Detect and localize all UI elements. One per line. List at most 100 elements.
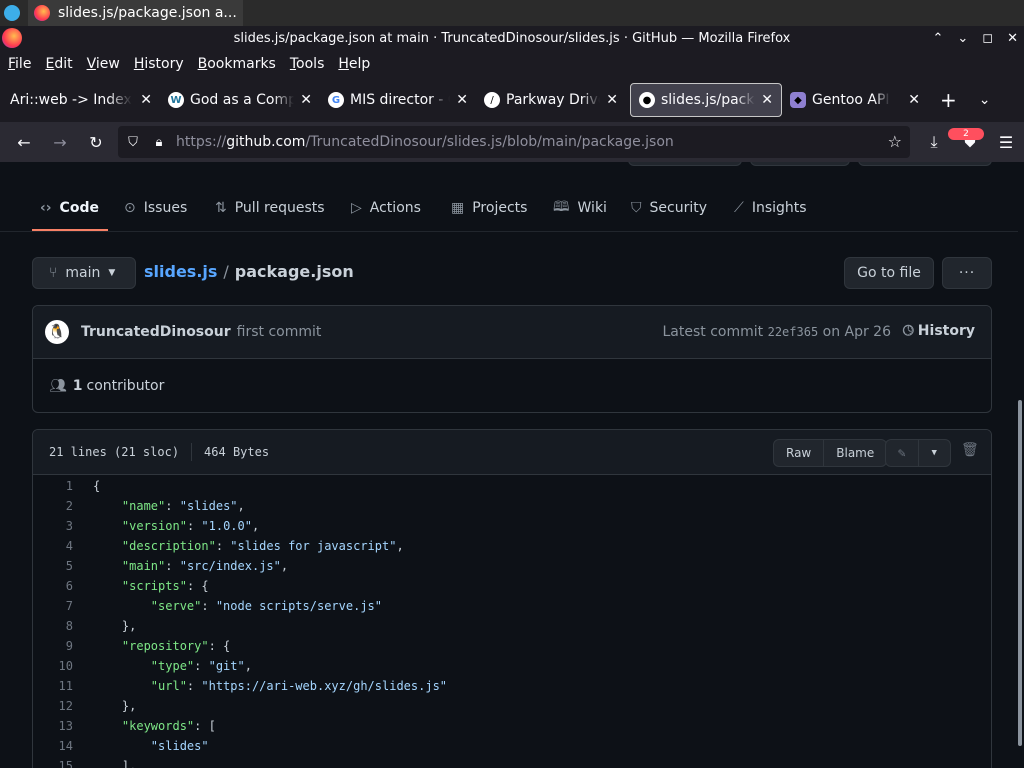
close-icon[interactable]: ✕ <box>902 92 920 108</box>
branch-selector[interactable]: ⑂ main ▼ <box>32 257 136 289</box>
raw-button[interactable]: Raw <box>774 440 823 466</box>
tab-label: Wiki <box>577 200 607 216</box>
line-content: "url": "https://ari-web.xyz/gh/slides.js… <box>73 676 447 696</box>
tab-security[interactable]: ⛉ Security <box>631 192 707 224</box>
line-number[interactable]: 12 <box>33 696 73 716</box>
line-number[interactable]: 5 <box>33 556 73 576</box>
menu-accelerator: E <box>45 56 55 72</box>
back-arrow-icon[interactable]: ← <box>6 133 42 152</box>
line-number[interactable]: 15 <box>33 756 73 768</box>
json-string: "slides" <box>150 739 209 753</box>
forward-arrow-icon[interactable]: → <box>42 133 78 152</box>
menu-bookmarks[interactable]: Bookmarks <box>192 56 282 72</box>
tab-pull-requests[interactable]: ⇅ Pull requests <box>215 192 325 224</box>
close-icon[interactable]: ✕ <box>134 92 152 108</box>
history-link[interactable]: 🕓︎ History <box>903 323 975 339</box>
line-number[interactable]: 4 <box>33 536 73 556</box>
contributors-link[interactable]: 👥︎ 1 contributor <box>49 378 164 394</box>
go-to-file-button[interactable]: Go to file <box>844 257 934 289</box>
file-viewer: 21 lines (21 sloc) 464 Bytes Raw Blame ✎… <box>32 429 992 768</box>
json-punctuation <box>93 539 122 553</box>
tab-projects[interactable]: ▦ Projects <box>451 192 527 224</box>
line-number[interactable]: 10 <box>33 656 73 676</box>
browser-tab-3[interactable]: G MIS director - G ✕ <box>320 83 476 117</box>
header-button-fragment[interactable] <box>628 162 742 166</box>
browser-tab-5[interactable]: ● slides.js/packa ✕ <box>630 83 782 117</box>
code-listing: 1{2 "name": "slides", 3 "version": "1.0.0… <box>33 476 991 768</box>
tab-insights[interactable]: ⟋ Insights <box>734 192 807 224</box>
menu-tools[interactable]: Tools <box>284 56 331 72</box>
close-icon[interactable]: ✕ <box>294 92 312 108</box>
close-icon[interactable]: ✕ <box>450 92 468 108</box>
menu-history[interactable]: History <box>128 56 190 72</box>
taskbar-app-icon[interactable] <box>4 5 20 21</box>
header-button-fragment[interactable] <box>858 162 992 166</box>
caret-down-icon: ▼ <box>108 268 116 278</box>
browser-tab-6[interactable]: ◆ Gentoo API ✕ <box>782 83 928 117</box>
menu-view[interactable]: View <box>81 56 126 72</box>
minimize-icon[interactable]: ⌄ <box>957 31 968 46</box>
taskbar-window-button[interactable]: slides.js/package.json a... <box>28 0 243 26</box>
json-string: "https://ari-web.xyz/gh/slides.js" <box>201 679 448 693</box>
commit-author-link[interactable]: TruncatedDinosour <box>81 324 231 340</box>
menu-file[interactable]: File <box>2 56 37 72</box>
pencil-icon[interactable]: ✎ <box>886 440 918 466</box>
json-string: "slides" <box>179 499 238 513</box>
blame-button[interactable]: Blame <box>823 440 886 466</box>
browser-tab-1[interactable]: Ari::web -> Index ✕ <box>2 83 160 117</box>
menu-accelerator: F <box>8 56 16 72</box>
hamburger-menu-icon[interactable]: ☰ <box>988 133 1024 152</box>
tab-label: Insights <box>751 200 807 216</box>
download-icon[interactable]: ⤓ <box>916 132 952 152</box>
firefox-icon <box>34 5 50 21</box>
menu-help[interactable]: Help <box>332 56 376 72</box>
trash-icon[interactable]: 🗑︎ <box>961 442 979 458</box>
code-line: 11 "url": "https://ari-web.xyz/gh/slides… <box>33 676 991 696</box>
shield-icon[interactable]: ⛉ <box>122 135 144 150</box>
extension-badge: 2 <box>948 128 984 140</box>
chevron-up-icon[interactable]: ⌃ <box>932 31 943 46</box>
book-icon: 🕮︎ <box>553 199 570 215</box>
url-bar[interactable]: ⛉ 🔒︎ https://github.com/TruncatedDinosou… <box>118 126 910 158</box>
line-number[interactable]: 9 <box>33 636 73 656</box>
commit-message-link[interactable]: first commit <box>237 324 322 340</box>
tab-actions[interactable]: ▷ Actions <box>351 192 421 224</box>
bookmark-star-icon[interactable]: ☆ <box>888 132 902 151</box>
line-number[interactable]: 13 <box>33 716 73 736</box>
reload-icon[interactable]: ↻ <box>78 133 114 152</box>
browser-tab-2[interactable]: W God as a Comp ✕ <box>160 83 320 117</box>
menu-bar: File Edit View History Bookmarks Tools Help <box>0 50 1024 78</box>
menu-label-rest: iew <box>95 56 120 72</box>
line-number[interactable]: 8 <box>33 616 73 636</box>
line-number[interactable]: 11 <box>33 676 73 696</box>
lock-icon[interactable]: 🔒︎ <box>148 135 170 150</box>
commit-sha-link[interactable]: 22ef365 <box>768 325 819 339</box>
close-icon[interactable]: ✕ <box>755 92 773 108</box>
system-taskbar: slides.js/package.json a... <box>0 0 1024 26</box>
maximize-icon[interactable]: ◻ <box>982 31 993 46</box>
tab-issues[interactable]: ⊙ Issues <box>124 192 187 224</box>
line-number[interactable]: 6 <box>33 576 73 596</box>
page-scrollbar[interactable] <box>1018 400 1022 746</box>
close-icon[interactable]: ✕ <box>1007 31 1018 46</box>
line-number[interactable]: 3 <box>33 516 73 536</box>
menu-edit[interactable]: Edit <box>39 56 78 72</box>
extension-icon[interactable]: ⛊ 2 <box>948 128 988 152</box>
more-options-button[interactable]: ··· <box>942 257 992 289</box>
json-punctuation: : <box>186 519 202 533</box>
line-number[interactable]: 7 <box>33 596 73 616</box>
tab-wiki[interactable]: 🕮︎ Wiki <box>553 192 607 224</box>
line-content: "repository": { <box>73 636 230 656</box>
tab-list-chevron-icon[interactable]: ⌄ <box>979 92 991 108</box>
new-tab-plus-icon[interactable]: + <box>940 88 957 112</box>
line-number[interactable]: 1 <box>33 476 73 496</box>
line-number[interactable]: 2 <box>33 496 73 516</box>
avatar[interactable]: 🐧 <box>45 320 69 344</box>
line-number[interactable]: 14 <box>33 736 73 756</box>
breadcrumb-repo-link[interactable]: slides.js <box>144 262 217 281</box>
header-button-fragment[interactable] <box>750 162 850 166</box>
close-icon[interactable]: ✕ <box>600 92 618 108</box>
tab-code[interactable]: ‹› Code <box>40 192 99 224</box>
browser-tab-4[interactable]: / Parkway Drive ✕ <box>476 83 626 117</box>
caret-down-icon[interactable]: ▼ <box>917 440 951 466</box>
